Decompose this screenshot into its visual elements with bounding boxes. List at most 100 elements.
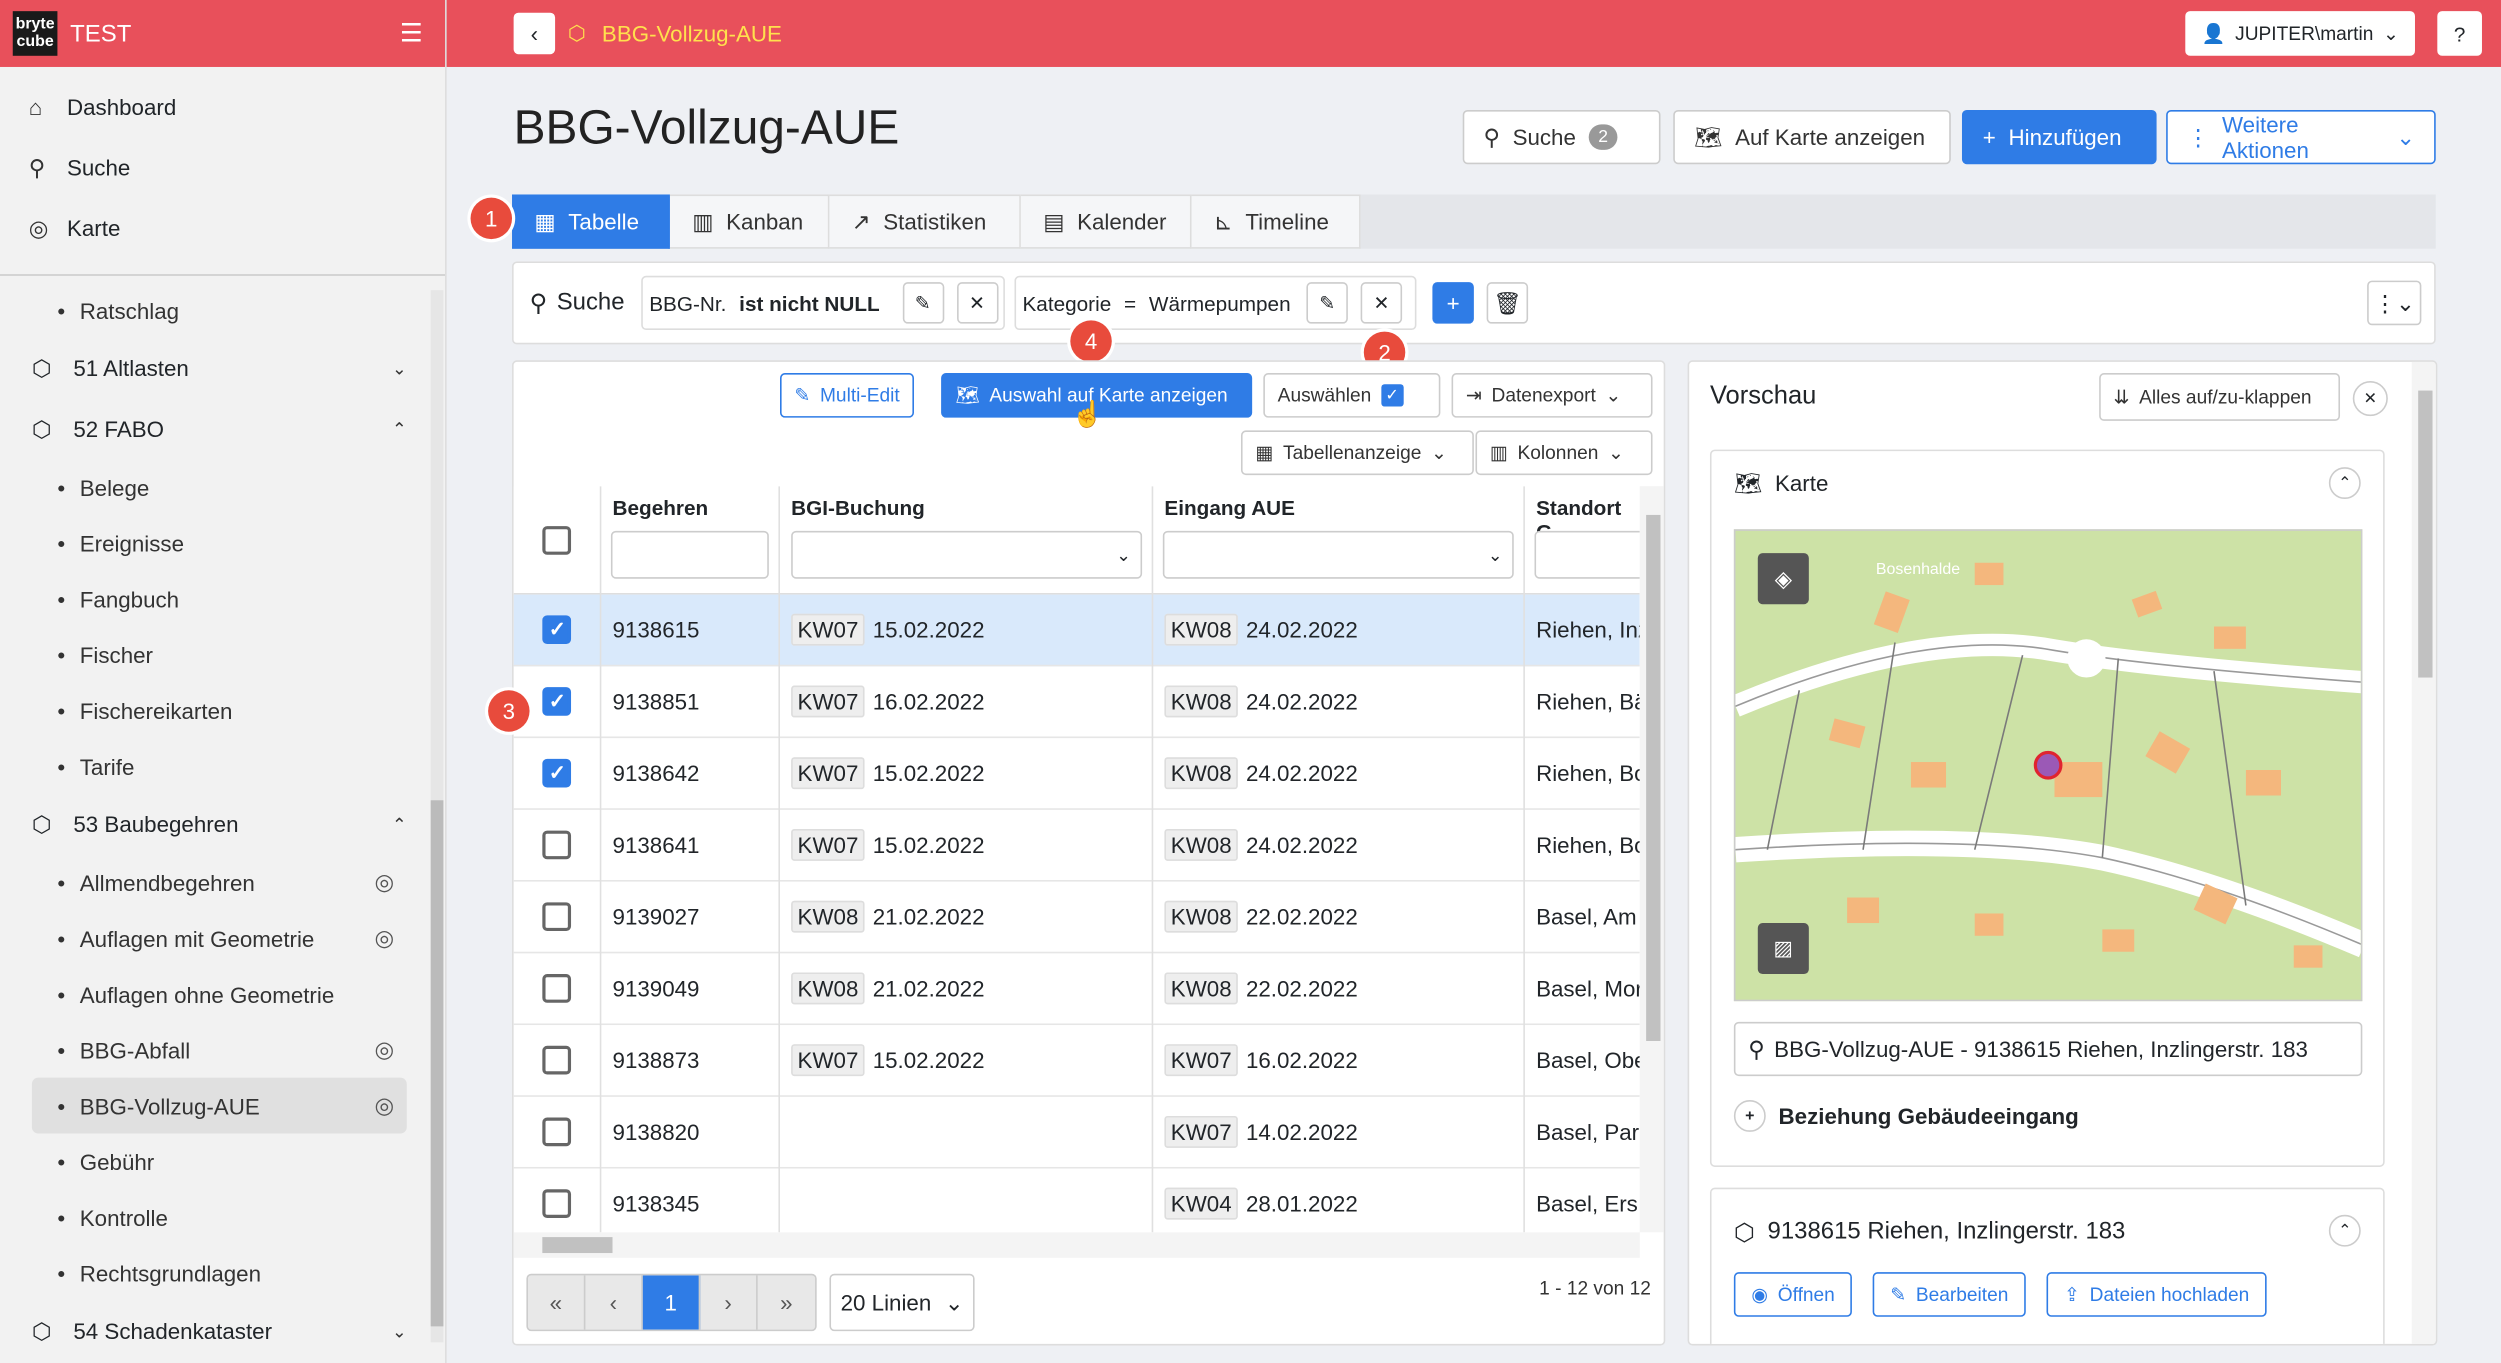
show-on-map-button[interactable]: 🗺 Auf Karte anzeigen <box>1673 109 1951 165</box>
filter-input-standort[interactable] <box>1534 530 1640 579</box>
tab-statistiken[interactable]: ↗ Statistiken <box>829 194 1021 249</box>
chevron-down-icon: ⌄ <box>2382 22 2400 45</box>
row-checkbox[interactable] <box>542 1045 572 1075</box>
filter-select-eingang-aue[interactable]: ⌄ <box>1162 530 1514 579</box>
next-page-button[interactable]: › <box>700 1275 758 1330</box>
column-header-begehren[interactable]: Begehren <box>613 496 709 520</box>
open-button[interactable]: ◉ Öffnen <box>1733 1272 1853 1317</box>
sidebar-item-gebuehr[interactable]: • Gebühr <box>32 1133 407 1189</box>
row-checkbox[interactable] <box>542 902 572 932</box>
rows-per-page-select[interactable]: 20 Linien ⌄ <box>829 1273 975 1332</box>
add-filter-button[interactable]: + <box>1432 282 1474 324</box>
basemap-button[interactable]: ▨ <box>1757 923 1809 975</box>
tab-timeline[interactable]: ⊾ Timeline <box>1191 194 1361 249</box>
table-row[interactable]: 9138873 KW07 15.02.2022 KW07 16.02.2022 Basel… <box>513 1025 1640 1097</box>
sidebar-item-ereignisse[interactable]: • Ereignisse <box>32 515 407 571</box>
edit-filter-button[interactable]: ✎ <box>1306 282 1349 324</box>
sidebar-section-54[interactable]: ⬡ 54 Schadenkataster ⌄ <box>32 1301 407 1362</box>
sidebar-item-allmendbegehren[interactable]: • Allmendbegehren ◎ <box>32 854 407 910</box>
sidebar-item-tarife[interactable]: • Tarife <box>32 738 407 794</box>
sidebar-item-fischer[interactable]: • Fischer <box>32 627 407 683</box>
row-checkbox[interactable] <box>542 615 572 645</box>
app-logo[interactable]: bryte cube <box>12 11 58 56</box>
table-horizontal-scrollbar[interactable] <box>513 1232 1640 1258</box>
search-button[interactable]: ⚲ Suche 2 <box>1462 109 1661 165</box>
table-row[interactable]: 9138642 KW0715.02.2022 KW0824.02.2022 Riehe… <box>513 738 1640 810</box>
table-vertical-scrollbar[interactable] <box>1639 486 1664 1233</box>
filter-options-button[interactable]: ⋮⌄ <box>2367 280 2422 326</box>
sidebar-section-52[interactable]: ⬡ 52 FABO ⌃ <box>32 399 407 460</box>
table-row[interactable]: 9139027 KW08 21.02.2022 KW08 22.02.2022 Basel… <box>513 882 1640 954</box>
collapse-all-button[interactable]: ⇊ Alles auf/zu-klappen <box>2099 373 2341 421</box>
sidebar-scrollbar[interactable] <box>430 290 444 1343</box>
filter-select-bgi-buchung[interactable]: ⌄ <box>791 530 1143 579</box>
column-header-bgi-buchung[interactable]: BGI-Buchung <box>791 496 925 520</box>
last-page-button[interactable]: » <box>758 1275 815 1329</box>
table-row[interactable]: 9138820 KW07 14.02.2022 Basel, Par <box>513 1097 1640 1169</box>
table-row[interactable]: 9138345 KW04 28.01.2022 Basel, Ers <box>514 1169 1640 1233</box>
data-export-button[interactable]: ⇥ Datenexport ⌄ <box>1451 373 1653 418</box>
first-page-button[interactable]: « <box>528 1275 586 1330</box>
sidebar-item-suche[interactable]: ⚲ Suche <box>19 137 426 198</box>
preview-scrollbar[interactable] <box>2411 361 2436 1344</box>
select-toggle[interactable]: Auswählen ✓ <box>1263 373 1441 418</box>
select-all-checkbox[interactable] <box>542 526 572 555</box>
back-button[interactable]: ‹ <box>513 12 556 55</box>
columns-button[interactable]: ▥ Kolonnen ⌄ <box>1475 430 1653 476</box>
table-row[interactable]: 9138851 KW0716.02.2022 KW0824.02.2022 Riehe… <box>513 666 1640 739</box>
close-preview-button[interactable]: ✕ <box>2352 381 2388 417</box>
column-header-eingang-aue[interactable]: Eingang AUE <box>1164 496 1295 520</box>
upload-files-button[interactable]: ⇪ Dateien hochladen <box>2046 1272 2267 1317</box>
layers-button[interactable]: ◈ <box>1757 553 1809 605</box>
filter-input-begehren[interactable] <box>610 530 769 579</box>
sidebar-item-bbg-abfall[interactable]: • BBG-Abfall ◎ <box>32 1022 407 1078</box>
sidebar-item-ratschlag[interactable]: • Ratschlag <box>32 282 407 338</box>
sidebar-item-bbg-vollzug-aue[interactable]: • BBG-Vollzug-AUE ◎ <box>31 1077 407 1134</box>
sidebar-section-53[interactable]: ⬡ 53 Baubegehren ⌃ <box>32 794 407 855</box>
filter-chip-bbg-nr[interactable]: BBG-Nr. ist nicht NULL ✎ ✕ <box>641 275 1005 330</box>
more-actions-button[interactable]: ⋮ Weitere Aktionen ⌄ <box>2166 109 2436 165</box>
collapse-card-button[interactable]: ⌃ <box>2328 1214 2361 1247</box>
edit-filter-button[interactable]: ✎ <box>902 282 944 324</box>
remove-filter-button[interactable]: ✕ <box>956 282 998 324</box>
add-button[interactable]: + Hinzufügen <box>1961 109 2157 165</box>
sidebar-item-kontrolle[interactable]: • Kontrolle <box>32 1189 407 1245</box>
location-field[interactable]: ⚲ BBG-Vollzug-AUE - 9138615 Riehen, Inzl… <box>1733 1021 2363 1077</box>
row-checkbox[interactable] <box>542 1117 572 1147</box>
sidebar-item-karte[interactable]: ◎ Karte <box>19 198 426 259</box>
edit-button[interactable]: ✎ Bearbeiten <box>1872 1272 2026 1317</box>
multi-edit-button[interactable]: ✎ Multi-Edit <box>780 373 915 418</box>
menu-icon[interactable]: ☰ <box>400 18 423 50</box>
tab-kanban[interactable]: ▥ Kanban <box>669 194 830 249</box>
row-checkbox[interactable] <box>542 687 572 716</box>
delete-filter-button[interactable]: 🗑 <box>1486 282 1529 324</box>
row-checkbox[interactable] <box>542 974 572 1003</box>
sidebar-item-rechtsgrundlagen[interactable]: • Rechtsgrundlagen <box>32 1245 407 1301</box>
tab-kalender[interactable]: ▤ Kalender <box>1020 194 1192 249</box>
prev-page-button[interactable]: ‹ <box>585 1275 643 1330</box>
remove-filter-button[interactable]: ✕ <box>1360 282 1403 324</box>
table-panel: ✎ Multi-Edit 🗺 Auswahl auf Karte anzeigen … <box>512 360 1666 1346</box>
collapse-card-button[interactable]: ⌃ <box>2328 467 2361 499</box>
help-button[interactable]: ? <box>2437 11 2482 56</box>
filter-chip-kategorie[interactable]: Kategorie = Wärmepumpen ✎ ✕ <box>1014 275 1417 330</box>
page-button-current[interactable]: 1 <box>642 1275 701 1330</box>
row-checkbox[interactable] <box>542 830 572 860</box>
user-menu-button[interactable]: 👤 JUPITER\martin ⌄ <box>2185 11 2415 56</box>
sidebar-section-51[interactable]: ⬡ 51 Altlasten ⌄ <box>32 338 407 399</box>
table-row[interactable]: 9139049 KW08 21.02.2022 KW08 22.02.2022 Basel… <box>513 953 1640 1026</box>
row-checkbox[interactable] <box>542 1189 572 1218</box>
sidebar-item-fangbuch[interactable]: • Fangbuch <box>32 571 407 627</box>
sidebar-item-auflagen-mit-geometrie[interactable]: • Auflagen mit Geometrie ◎ <box>32 910 407 966</box>
sidebar-item-fischereikarten[interactable]: • Fischereikarten <box>32 682 407 738</box>
table-row[interactable]: 9138615 KW0715.02.2022 KW0824.02.2022 Riehe… <box>513 594 1640 667</box>
tab-tabelle[interactable]: ▦ Tabelle <box>512 194 670 249</box>
table-row[interactable]: 9138641 KW07 15.02.2022 KW08 24.02.2022 Riehe… <box>513 810 1640 882</box>
relation-row[interactable]: + Beziehung Gebäudeeingang <box>1733 1099 2079 1132</box>
map-view[interactable]: Bosenhalde ◈ ▨ <box>1733 529 2363 1002</box>
row-checkbox[interactable] <box>542 758 572 788</box>
sidebar-item-belege[interactable]: • Belege <box>32 459 407 515</box>
sidebar-item-auflagen-ohne-geometrie[interactable]: • Auflagen ohne Geometrie <box>32 966 407 1022</box>
table-view-button[interactable]: ▦ Tabellenanzeige ⌄ <box>1240 430 1474 476</box>
sidebar-item-dashboard[interactable]: ⌂ Dashboard <box>19 77 426 138</box>
